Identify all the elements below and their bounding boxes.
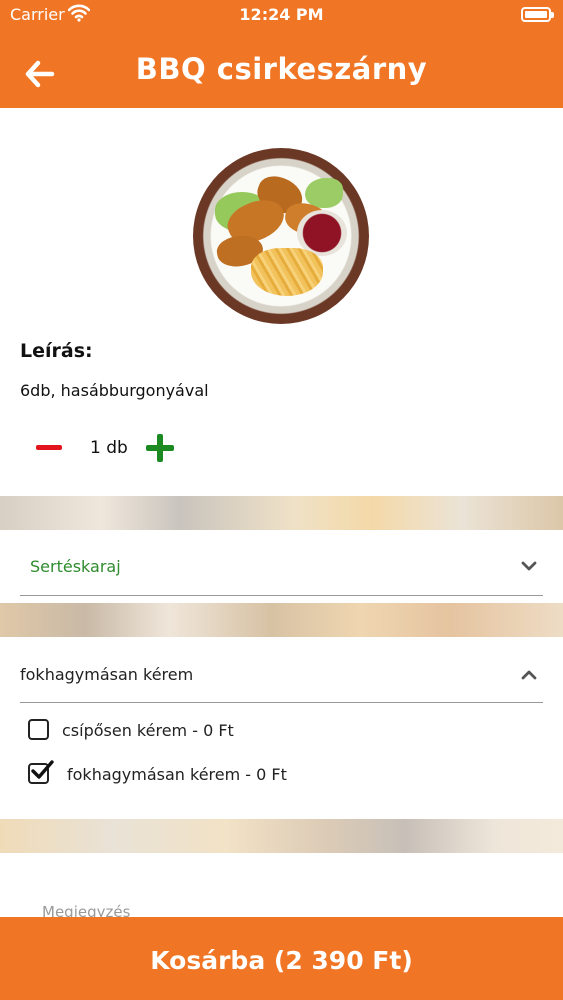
quantity-value: 1 db [90, 438, 128, 458]
selector-underline [20, 702, 543, 703]
background-photo-strip [0, 603, 563, 637]
option-label: csípősen kérem - 0 Ft [62, 721, 234, 740]
option-spicy[interactable]: csípősen kérem - 0 Ft [28, 719, 528, 743]
clock: 12:24 PM [239, 5, 324, 24]
description-text: 6db, hasábburgonyával [20, 381, 209, 400]
product-image [193, 148, 369, 324]
top-bar: Carrier 12:24 PM BBQ csirkeszárny [0, 0, 563, 108]
sauce-selected-value[interactable]: fokhagymásan kérem [20, 665, 193, 684]
increase-quantity-button[interactable] [146, 434, 174, 462]
meat-selected-value: Sertéskaraj [30, 557, 121, 576]
checkbox-checked[interactable] [28, 760, 54, 784]
chevron-down-icon[interactable] [521, 558, 537, 574]
chevron-up-icon[interactable] [521, 667, 537, 683]
checkbox-unchecked[interactable] [28, 719, 49, 740]
meat-selector[interactable]: Sertéskaraj [0, 530, 563, 603]
option-garlic[interactable]: fokhagymásan kérem - 0 Ft [28, 760, 528, 787]
selector-underline [20, 595, 543, 596]
sauce-selector: fokhagymásan kérem csípősen kérem - 0 Ft… [0, 637, 563, 819]
description-label: Leírás: [20, 340, 93, 362]
decrease-quantity-button[interactable] [36, 445, 62, 450]
option-label: fokhagymásan kérem - 0 Ft [67, 765, 287, 784]
background-photo-strip [0, 819, 563, 853]
page-title: BBQ csirkeszárny [135, 52, 428, 86]
comment-field[interactable]: Megjegyzés [0, 853, 563, 921]
status-bar: Carrier 12:24 PM [0, 0, 563, 30]
checkmark-icon [31, 760, 54, 779]
add-to-cart-button[interactable]: Kosárba (2 390 Ft) [0, 917, 563, 1000]
background-photo-strip [0, 496, 563, 530]
battery-icon [521, 7, 554, 22]
